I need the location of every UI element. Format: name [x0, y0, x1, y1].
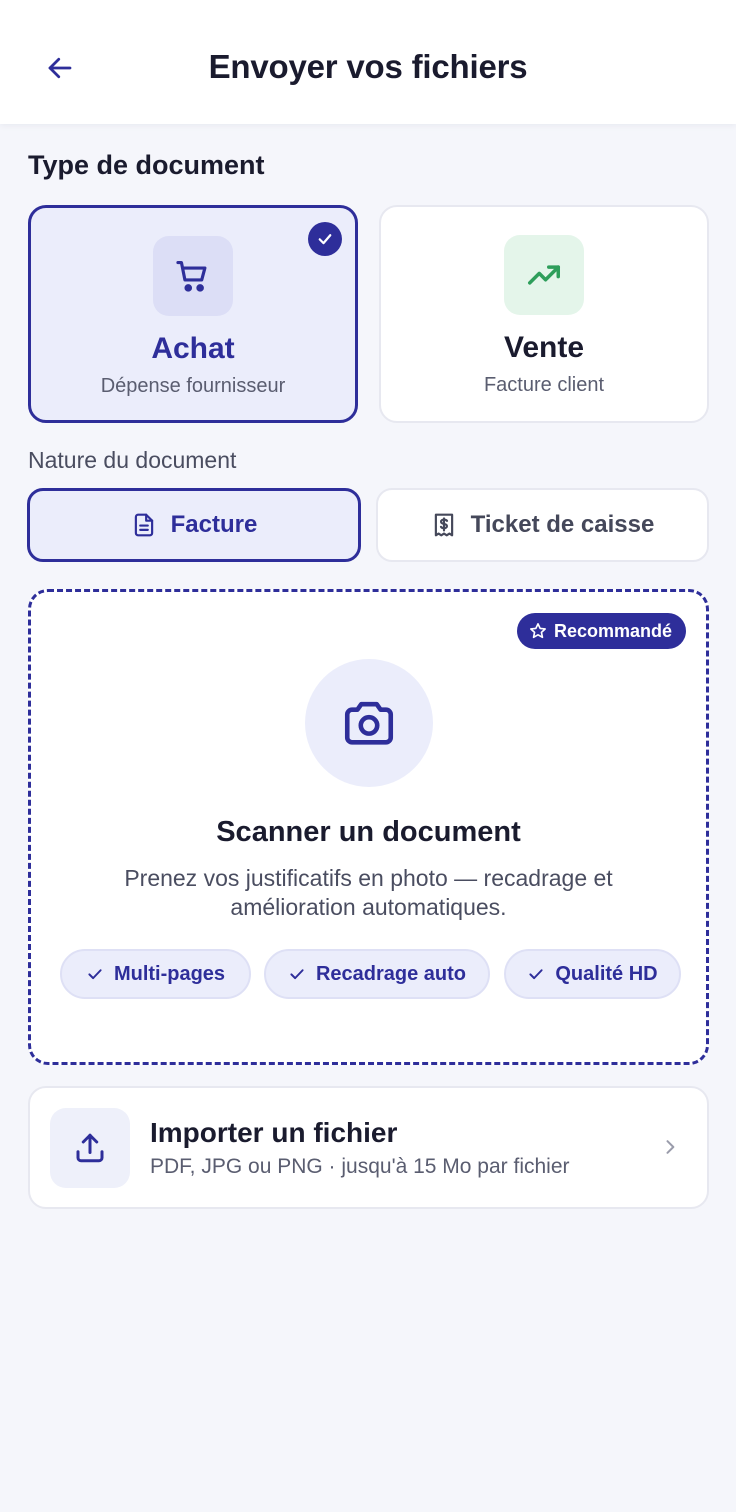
file-text-icon	[134, 513, 153, 537]
document-type-title: Type de document	[28, 150, 265, 180]
type-card-subtitle: Dépense fournisseur	[100, 375, 286, 397]
import-title: Importer un fichier	[150, 1117, 398, 1148]
chevron-right-icon	[659, 1136, 681, 1158]
trend-icon-box	[504, 235, 584, 315]
import-subtitle: PDF, JPG ou PNG · jusqu'à 15 Mo par fich…	[150, 1155, 570, 1178]
upload-icon-box	[50, 1108, 130, 1188]
feature-chip-label: Qualité HD	[555, 962, 658, 985]
check-icon	[529, 969, 543, 980]
camera-icon	[344, 701, 393, 745]
selected-check-icon	[308, 222, 342, 256]
scan-title: Scanner un document	[216, 816, 521, 848]
type-card-label: Vente	[503, 331, 585, 364]
document-nature-title: Nature du document	[28, 447, 237, 473]
feature-chip-label: Recadrage auto	[315, 962, 467, 985]
scan-description: Prenez vos justificatifs en photo — reca…	[124, 865, 613, 920]
page-title: Envoyer vos fichiers	[208, 48, 528, 85]
nature-ticket-button[interactable]: Ticket de caisse	[376, 488, 709, 562]
star-icon	[530, 623, 546, 639]
feature-chip-multi-pages: Multi-pages	[60, 949, 251, 999]
recommended-badge: Recommandé	[516, 613, 686, 649]
nature-facture-button[interactable]: Facture	[27, 488, 361, 562]
feature-chip-label: Multi-pages	[113, 962, 226, 985]
type-card-achat[interactable]: Achat Dépense fournisseur	[28, 205, 358, 423]
scan-document-zone[interactable]: Recommandé Scanner un document Prenez vo…	[28, 589, 709, 1065]
import-file-card[interactable]: Importer un fichier PDF, JPG ou PNG · ju…	[28, 1086, 709, 1209]
app-header: Envoyer vos fichiers	[0, 0, 736, 124]
check-icon	[290, 969, 304, 980]
shopping-cart-icon	[176, 260, 207, 292]
trending-up-icon	[528, 265, 560, 285]
type-card-subtitle: Facture client	[483, 374, 605, 396]
nature-button-label: Facture	[170, 511, 258, 538]
nature-button-label: Ticket de caisse	[470, 511, 655, 538]
recommended-badge-label: Recommandé	[553, 620, 672, 641]
feature-chip-qualite: Qualité HD	[504, 949, 681, 999]
cart-icon-box	[153, 236, 233, 316]
receipt-icon	[434, 513, 453, 537]
camera-icon-circle	[304, 659, 433, 787]
feature-chip-recadrage: Recadrage auto	[264, 949, 490, 999]
check-icon	[88, 969, 102, 980]
type-card-vente[interactable]: Vente Facture client	[379, 205, 709, 423]
upload-icon	[76, 1133, 104, 1163]
type-card-label: Achat	[151, 332, 235, 365]
